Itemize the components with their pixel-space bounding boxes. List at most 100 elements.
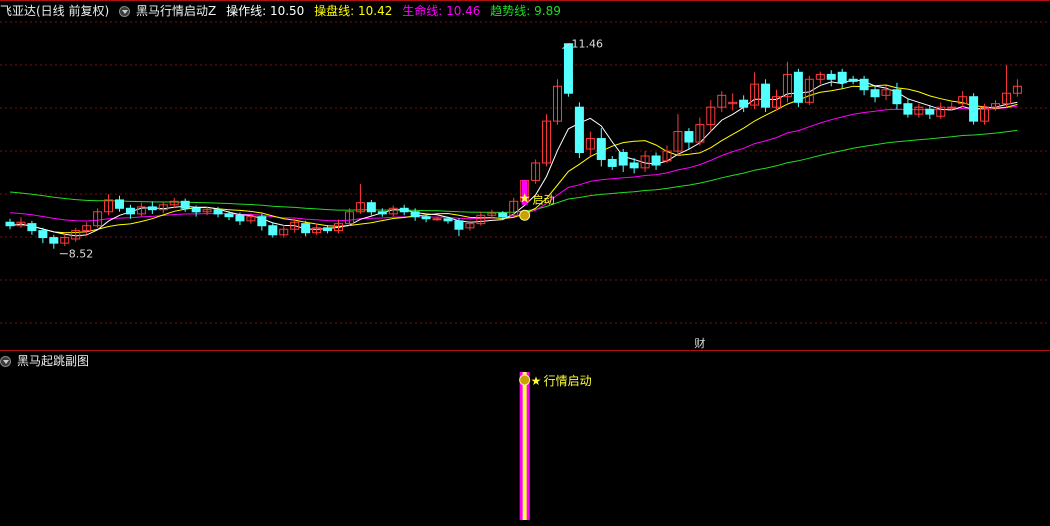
candle-body [826,73,836,80]
candle-body [191,207,201,213]
candle-body [443,218,453,222]
candle [969,93,979,125]
candle-body [969,96,979,122]
candle-body [947,106,957,109]
sub-money-bag-icon [519,374,531,386]
candle-body [49,237,59,244]
candle [355,183,365,214]
candle-body [323,227,333,232]
candle-body [432,218,442,221]
candle-body [837,71,847,84]
candle-body [213,209,223,215]
high-label: 11.46 [572,38,604,51]
money-bag-icon [519,209,531,221]
candle [651,152,661,170]
low-label: 8.52 [69,248,94,261]
candle [574,102,584,159]
candle [509,197,519,217]
candle [815,71,825,85]
candle-body [870,89,880,98]
candle-body [180,200,190,209]
candle-body [848,78,858,82]
candle [1001,65,1011,108]
candle [93,208,103,228]
candle-body [38,230,48,239]
candle [421,215,431,223]
candle-body [903,103,913,115]
candle [5,218,15,230]
candle [585,131,595,156]
candle [772,89,781,111]
start-label: 启动 [533,194,555,207]
candle-body [366,202,376,213]
signal-bar-inner [522,372,527,520]
candle [782,61,792,103]
candle [531,159,541,184]
candle [104,194,114,216]
candle [366,199,376,216]
candle-body [410,211,420,218]
candle [903,98,913,118]
candle-body [235,214,245,222]
candle [27,220,37,235]
candle [717,91,727,113]
candle-body [684,131,694,143]
candle [399,204,409,216]
candle [662,145,672,163]
sub-star-icon: ★ [531,374,542,388]
candle [563,43,573,97]
candle-body [761,83,771,108]
candle-body [892,89,902,105]
candle-body [27,223,37,232]
candle [761,79,771,113]
candle [859,75,869,96]
candle [60,233,70,246]
candle-body [5,221,15,227]
candle [793,68,803,108]
candle [158,201,168,214]
candle-body [399,207,409,213]
candle [301,220,311,237]
candle [542,114,552,167]
candle-body [257,216,267,227]
candle-body [115,199,124,209]
candle [454,218,464,237]
candle-body [563,43,573,94]
candle [837,68,847,89]
candle [607,155,617,170]
candle-body [377,211,387,215]
candle [115,195,124,212]
candle [38,227,48,244]
candle [1012,79,1022,97]
candle [706,100,716,132]
candle [826,70,836,87]
candle [71,227,81,242]
candle [673,114,683,156]
candle-body [793,71,803,103]
candle-body [498,212,508,218]
candle [136,202,146,217]
candle [82,222,92,235]
candle [958,91,968,108]
candle [279,225,289,238]
candle-body [607,158,617,167]
candle-body [125,207,135,215]
kline-chart[interactable]: 11.468.52★ 启动财★ 行情启动 [0,0,1050,526]
candle-body [925,108,935,115]
candle [684,128,694,150]
candle [870,86,880,103]
candle [695,117,705,146]
candle [750,72,760,110]
candle-body [224,213,234,218]
candle [16,217,26,228]
candle [344,208,354,226]
candle [640,151,650,173]
candle [596,128,606,167]
candle-body [859,78,869,91]
candle [936,102,946,120]
candle-body [301,223,311,234]
candle [618,149,628,173]
candle [848,75,858,85]
candle [914,103,924,118]
candle [377,208,387,217]
